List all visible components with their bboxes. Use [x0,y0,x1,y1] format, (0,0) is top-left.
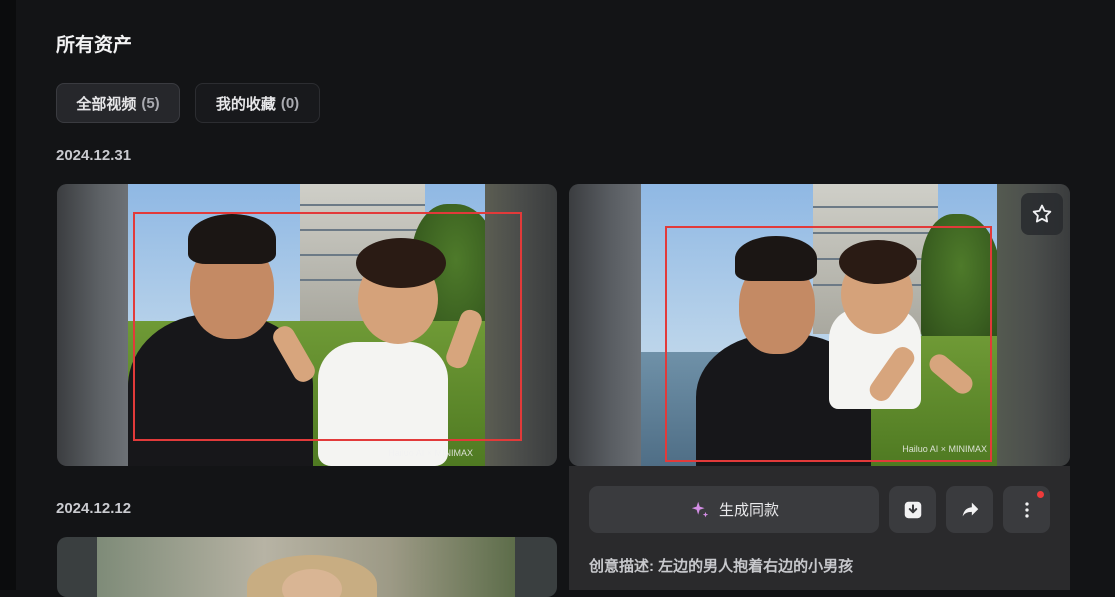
video-card[interactable]: Hailuo AI × MINIMAX [57,184,557,466]
prompt-description: 创意描述: 左边的男人抱着右边的小男孩 [589,555,853,576]
video-card[interactable] [57,537,557,597]
date-heading: 2024.12.31 [56,147,132,164]
tab-count: (0) [280,94,300,112]
sparkle-icon [691,501,709,517]
download-icon [904,501,921,518]
download-button[interactable] [889,486,936,533]
detection-box [665,226,992,462]
tab-favorites[interactable]: 我的收藏 (0) [195,83,320,123]
blur-edge [57,184,128,466]
tab-label: 全部视频 [76,95,137,113]
blur-edge [569,184,641,466]
notification-dot [1037,491,1044,498]
watermark: Hailuo AI × MINIMAX [388,448,473,458]
share-icon [962,502,978,516]
description-label: 创意描述: [589,558,654,575]
tab-label: 我的收藏 [215,95,276,113]
video-thumbnail [97,537,515,597]
share-button[interactable] [946,486,993,533]
detection-box [133,212,522,441]
video-card[interactable]: Hailuo AI × MINIMAX [569,184,1070,466]
page-title: 所有资产 [56,35,133,56]
date-heading: 2024.12.12 [56,500,132,517]
description-text: 左边的男人抱着右边的小男孩 [658,558,854,575]
video-action-panel: 生成同款 创意描述: 左边的男人抱着右边的小男孩 [569,466,1070,590]
favorite-button[interactable] [1021,193,1063,235]
generate-label: 生成同款 [718,502,779,519]
more-options-button[interactable] [1003,486,1050,533]
tab-count: (5) [141,94,160,112]
star-icon [1032,204,1052,223]
more-icon [1024,501,1029,518]
generate-similar-button[interactable]: 生成同款 [589,486,879,533]
tab-all-videos[interactable]: 全部视频 (5) [56,83,180,123]
left-rail [0,0,16,590]
